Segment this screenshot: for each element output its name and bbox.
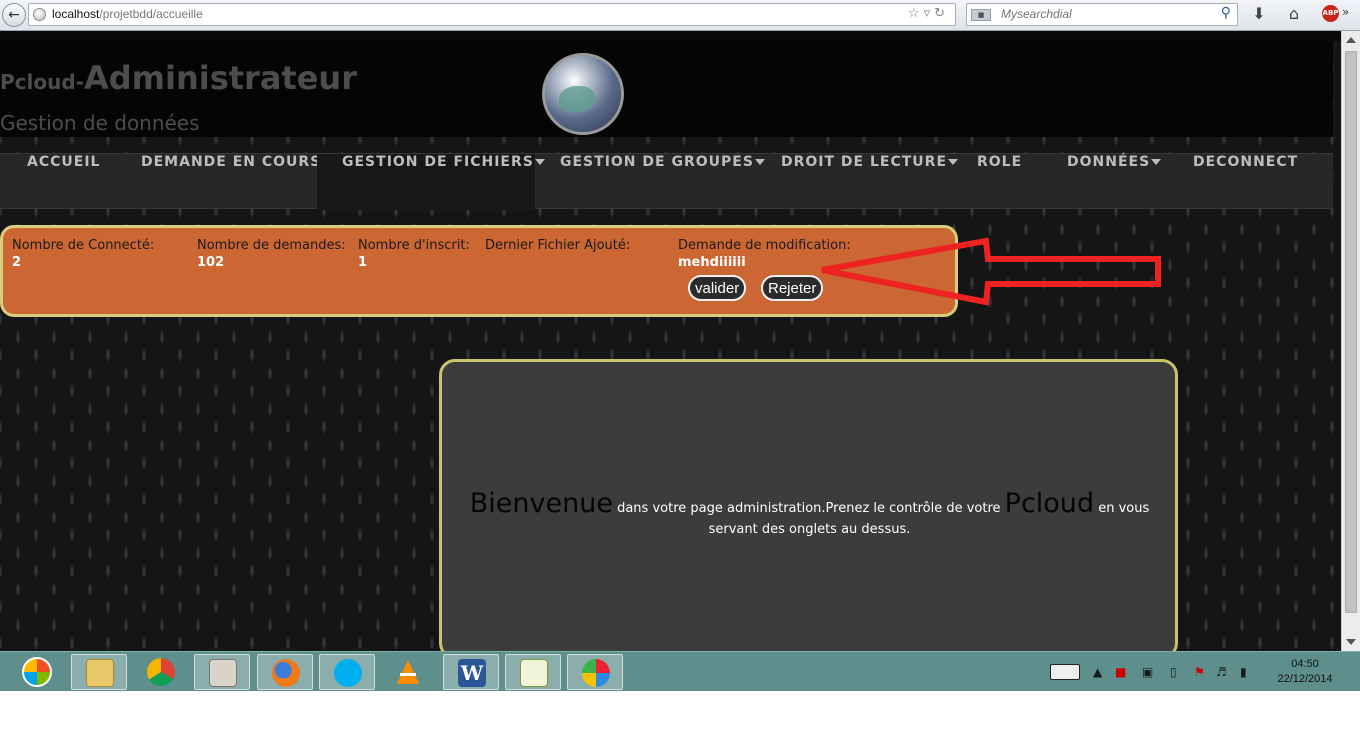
welcome-panel: Bienvenue dans votre page administration… [439, 359, 1178, 651]
main-menu: ACCUEIL DEMANDE EN COURS GESTION DE FICH… [0, 153, 1333, 210]
search-input[interactable] [1001, 7, 1201, 21]
menu-label: GESTION DE FICHIERS [342, 154, 534, 170]
scroll-down-icon[interactable] [1346, 639, 1356, 645]
bookmark-star-icon[interactable]: ☆ [908, 6, 924, 21]
search-box: ■ ⚲ [966, 3, 1238, 26]
stat-requests: Nombre de demandes: 102 [197, 238, 346, 270]
file-explorer-icon[interactable] [71, 654, 127, 690]
site-globe-icon [33, 8, 46, 21]
menu-label: ACCUEIL [27, 154, 101, 170]
menu-item-accueil[interactable]: ACCUEIL [14, 154, 113, 210]
back-arrow-icon[interactable]: ← [2, 3, 26, 27]
stat-value: 2 [12, 255, 22, 270]
globe-logo-icon [542, 53, 624, 135]
stat-label: Dernier Fichier Ajouté: [485, 238, 631, 253]
battery-icon[interactable]: ▯ [1170, 665, 1177, 679]
address-bar[interactable]: localhost/projetbdd/accueille ☆▿↻ [28, 3, 956, 26]
stat-label: Nombre de demandes: [197, 238, 346, 253]
home-icon[interactable]: ⌂ [1283, 4, 1305, 23]
chevron-more-icon[interactable]: » [1342, 5, 1349, 19]
skype-icon[interactable] [319, 654, 375, 690]
stat-label: Nombre d'inscrit: [358, 238, 470, 253]
action-center-icon[interactable]: ▣ [1142, 665, 1153, 679]
caret-down-icon [534, 159, 545, 165]
menu-item-deconnect[interactable]: DECONNECT [1180, 154, 1311, 210]
reload-icon[interactable]: ↻ [934, 6, 949, 21]
vlc-cone [397, 660, 419, 684]
clock-time: 04:50 [1291, 658, 1319, 670]
stat-connected: Nombre de Connecté: 2 [12, 238, 154, 270]
validate-button[interactable]: valider [688, 275, 747, 301]
network-flag-icon[interactable]: ⚑ [1194, 665, 1205, 679]
scroll-thumb[interactable] [1345, 51, 1357, 613]
caret-down-icon [1151, 159, 1162, 165]
menu-label: GESTION DE GROUPES [560, 154, 754, 170]
caret-down-icon [948, 159, 959, 165]
clock-date: 22/12/2014 [1277, 673, 1333, 685]
stat-value: 102 [197, 255, 225, 270]
welcome-big-word: Pcloud [1004, 488, 1095, 519]
menu-item-demande-en-cours[interactable]: DEMANDE EN COURS [128, 154, 334, 210]
adblock-icon[interactable]: ABP [1322, 5, 1339, 22]
word-icon[interactable]: W [443, 654, 499, 690]
stats-panel: Nombre de Connecté: 2 Nombre de demandes… [0, 225, 958, 317]
menu-item-gestion-de-groupes[interactable]: GESTION DE GROUPES [547, 154, 778, 210]
site-header: Pcloud-Administrateur Gestion de données [0, 41, 1333, 137]
caret-down-icon [754, 159, 765, 165]
stat-last-file: Dernier Fichier Ajouté: [485, 238, 630, 255]
welcome-message: Bienvenue dans votre page administration… [452, 488, 1167, 540]
welcome-big-word: Bienvenue [469, 488, 613, 519]
system-clock[interactable]: 04:50 22/12/2014 [1270, 657, 1340, 687]
web-page: Pcloud-Administrateur Gestion de données… [0, 31, 1341, 651]
acrobat-icon[interactable]: ■ [1115, 665, 1126, 679]
control-panel-icon[interactable] [194, 654, 250, 690]
windows-start-icon[interactable] [22, 657, 52, 687]
page-top-strip [0, 31, 1341, 41]
keyboard-icon[interactable] [1050, 664, 1080, 680]
menu-label: DROIT DE LECTURE [781, 154, 948, 170]
search-magnifier-icon[interactable]: ⚲ [1221, 5, 1231, 21]
windows-taskbar: W ▲ ■ ▣ ▯ ⚑ ♬ ▮ 04:50 22/12/2014 [0, 651, 1360, 691]
site-brand: Pcloud-Administrateur [0, 59, 357, 97]
welcome-text-part: dans votre page administration.Prenez le… [612, 501, 1005, 516]
site-subtitle: Gestion de données [0, 111, 200, 135]
download-icon[interactable]: ⬇ [1248, 4, 1270, 23]
stat-label: Nombre de Connecté: [12, 238, 155, 253]
brand-title: Administrateur [83, 59, 357, 97]
stat-registered: Nombre d'inscrit: 1 [358, 238, 470, 270]
chrome-icon[interactable] [133, 654, 189, 690]
menu-label: ROLE [977, 154, 1023, 170]
url-path: /projetbdd/accueille [99, 7, 203, 21]
menu-label: DECONNECT [1193, 154, 1299, 170]
menu-item-role[interactable]: ROLE [964, 154, 1035, 210]
page-scrollbar[interactable] [1341, 31, 1360, 651]
url-text[interactable]: localhost/projetbdd/accueille [52, 7, 203, 21]
dropdown-icon[interactable]: ▿ [924, 6, 935, 21]
vlc-icon[interactable] [380, 654, 436, 690]
volume-icon[interactable]: ♬ [1216, 665, 1227, 679]
browser-toolbar: ← localhost/projetbdd/accueille ☆▿↻ ■ ⚲ … [0, 0, 1360, 31]
brand-prefix: Pcloud- [0, 70, 84, 94]
signal-icon[interactable]: ▮ [1240, 665, 1247, 679]
url-actions: ☆▿↻ [908, 6, 949, 21]
stat-value: 1 [358, 255, 368, 270]
search-engine-icon[interactable]: ■ [971, 9, 991, 21]
show-hidden-icons-icon[interactable]: ▲ [1093, 665, 1102, 679]
menu-label: DONNÉES [1067, 154, 1151, 170]
scroll-up-icon[interactable] [1346, 37, 1356, 43]
reject-button[interactable]: Rejeter [761, 275, 824, 301]
red-arrow-annotation [821, 237, 1161, 306]
paint-icon[interactable] [567, 654, 623, 690]
menu-label: DEMANDE EN COURS [141, 154, 322, 170]
url-host: localhost [52, 7, 100, 21]
menu-item-gestion-de-fichiers[interactable]: GESTION DE FICHIERS [317, 154, 545, 210]
menu-item-droit-de-lecture[interactable]: DROIT DE LECTURE [768, 154, 971, 210]
arrow-shape [821, 237, 1161, 306]
firefox-icon[interactable] [257, 654, 313, 690]
menu-item-donnees[interactable]: DONNÉES [1054, 154, 1174, 210]
notepadpp-icon[interactable] [505, 654, 561, 690]
